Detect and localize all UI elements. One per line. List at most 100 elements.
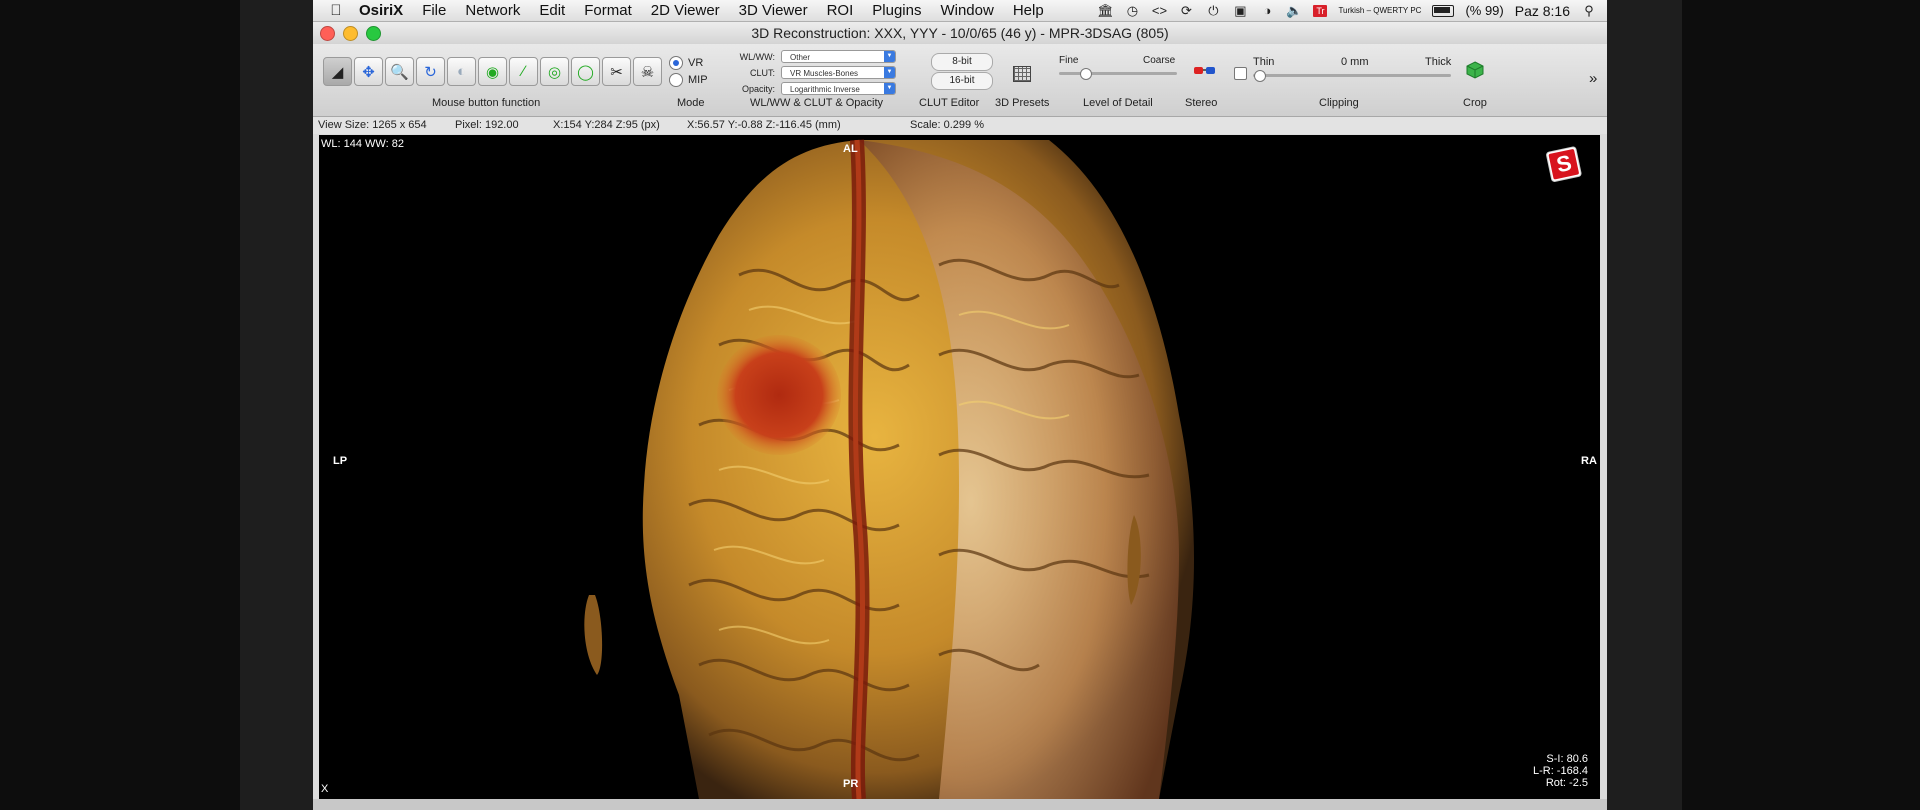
clipping-checkbox[interactable]: [1234, 67, 1247, 80]
info-bar: View Size: 1265 x 654 Pixel: 192.00 X:15…: [313, 117, 1607, 134]
window-title-bar: 3D Reconstruction: XXX, YYY - 10/0/65 (4…: [313, 22, 1607, 44]
bank-icon[interactable]: 🏛: [1097, 3, 1114, 18]
3d-render-view[interactable]: WL: 144 WW: 82 AL PR LP RA X S-I: 80.6 L…: [319, 135, 1600, 799]
minimize-button[interactable]: [343, 26, 358, 41]
menu-file[interactable]: File: [422, 2, 446, 19]
status-area: 🏛 ◷ <> ⟳ ⏻ ▣ ◑ 🔈 Tr Turkish – QWERTY PC …: [1097, 0, 1597, 21]
mode-vr-label: VR: [688, 57, 704, 69]
menu-2d-viewer[interactable]: 2D Viewer: [651, 2, 720, 19]
menu-network[interactable]: Network: [465, 2, 520, 19]
battery-icon[interactable]: [1432, 4, 1455, 17]
power-icon[interactable]: ⏻: [1205, 3, 1221, 18]
wlww-tool-icon[interactable]: ◢: [323, 57, 352, 86]
display-icon[interactable]: ▣: [1232, 3, 1248, 18]
battery-percent[interactable]: (% 99): [1465, 3, 1503, 18]
desktop-margin-left: [240, 0, 313, 810]
wifi-icon[interactable]: ◑: [1259, 3, 1275, 18]
window-bottom-edge: [313, 799, 1607, 810]
wlww-row: WL/WW: Other ▼: [723, 50, 896, 63]
corner-x-marker: X: [321, 783, 329, 795]
scale-readout: Scale: 0.299 %: [910, 119, 984, 131]
menu-roi[interactable]: ROI: [827, 2, 854, 19]
keyboard-layout-label[interactable]: Turkish – QWERTY PC: [1338, 6, 1421, 15]
rotation-readout: Rot: -2.5: [1545, 777, 1588, 789]
clipping-slider-track[interactable]: [1253, 74, 1451, 77]
spotlight-search-icon[interactable]: ⚲: [1581, 3, 1597, 18]
orientation-bottom-label: PR: [843, 778, 859, 790]
si-readout: S-I: 80.6: [1546, 753, 1588, 765]
flag-letter: Tr: [1316, 5, 1325, 16]
camera-rotate-tool-icon[interactable]: ◐: [447, 57, 476, 86]
osirix-screen:  OsiriX File Network Edit Format 2D Vie…: [313, 0, 1607, 810]
clut-popup[interactable]: VR Muscles-Bones ▼: [781, 66, 896, 79]
opacity-popup[interactable]: Logarithmic Inverse ▼: [781, 82, 896, 95]
lod-fine-label: Fine: [1059, 55, 1079, 66]
lod-slider-knob[interactable]: [1080, 68, 1092, 80]
menu-help[interactable]: Help: [1013, 2, 1044, 19]
radio-vr-indicator: [669, 56, 683, 70]
scissors-tool-icon[interactable]: ✂: [602, 57, 631, 86]
menu-bar:  OsiriX File Network Edit Format 2D Vie…: [313, 0, 1607, 22]
volume-icon[interactable]: 🔈: [1286, 3, 1302, 18]
move-tool-icon[interactable]: ✥: [354, 57, 383, 86]
wlww-label: WL/WW:: [739, 51, 775, 62]
opacity-label: Opacity:: [741, 83, 775, 94]
menu-osirix[interactable]: OsiriX: [359, 2, 403, 19]
level-of-detail-label: Level of Detail: [1083, 97, 1153, 109]
16-bit-button[interactable]: 16-bit: [931, 72, 993, 90]
turkish-flag-icon[interactable]: Tr: [1313, 4, 1328, 17]
brain-volume-render: [584, 139, 1194, 799]
clip-thick-label: Thick: [1425, 56, 1452, 68]
mouse-tools: ◢ ✥ 🔍 ↻ ◐ ◉ ∕ ◎ ◯ ✂ ☠: [323, 57, 662, 86]
clock[interactable]: Paz 8:16: [1515, 3, 1570, 19]
wlww-popup[interactable]: Other ▼: [781, 50, 896, 63]
clipping-slider-knob[interactable]: [1254, 70, 1266, 82]
clut-row: CLUT: VR Muscles-Bones ▼: [723, 66, 896, 79]
mm-coordinates-readout: X:56.57 Y:-0.88 Z:-116.45 (mm): [687, 119, 841, 131]
oval-roi-tool-icon[interactable]: ◎: [540, 57, 569, 86]
zoom-tool-icon[interactable]: 🔍: [385, 57, 414, 86]
crop-cube-icon[interactable]: [1465, 60, 1485, 80]
clut-label: CLUT:: [749, 67, 775, 78]
time-machine-icon[interactable]: ◷: [1124, 3, 1140, 18]
code-brackets-icon[interactable]: <>: [1151, 3, 1167, 18]
viewer-toolbar: ◢ ✥ 🔍 ↻ ◐ ◉ ∕ ◎ ◯ ✂ ☠ Mouse button funct…: [313, 44, 1607, 117]
pixel-value-readout: Pixel: 192.00: [455, 119, 519, 131]
wlww-overlay: WL: 144 WW: 82: [321, 138, 404, 150]
close-button[interactable]: [320, 26, 335, 41]
3d-presets-grid-icon[interactable]: [1013, 66, 1031, 82]
orientation-left-label: LP: [333, 455, 348, 467]
radio-mip-indicator: [669, 73, 683, 87]
menu-3d-viewer[interactable]: 3D Viewer: [739, 2, 808, 19]
menu-plugins[interactable]: Plugins: [872, 2, 921, 19]
menu-format[interactable]: Format: [584, 2, 632, 19]
desktop-margin-right: [1607, 0, 1682, 810]
mode-vr-radio[interactable]: VR: [669, 56, 703, 70]
circle-roi-tool-icon[interactable]: ◯: [571, 57, 600, 86]
menu-window[interactable]: Window: [940, 2, 993, 19]
px-coordinates-readout: X:154 Y:284 Z:95 (px): [553, 119, 660, 131]
orientation-right-label: RA: [1581, 455, 1597, 467]
orientation-cube-logo[interactable]: S: [1544, 144, 1587, 187]
rotate-tool-icon[interactable]: ↻: [416, 57, 445, 86]
stereo-label: Stereo: [1185, 97, 1218, 109]
popup-arrow-icon: ▼: [884, 83, 895, 94]
window-title: 3D Reconstruction: XXX, YYY - 10/0/65 (4…: [751, 25, 1169, 41]
apple-menu-icon[interactable]: : [327, 2, 345, 20]
length-tool-icon[interactable]: ∕: [509, 57, 538, 86]
crop-label: Crop: [1463, 97, 1487, 109]
clut-editor-label: CLUT Editor: [919, 97, 980, 109]
desktop-background-left: [0, 0, 240, 810]
bone-removal-tool-icon[interactable]: ☠: [633, 57, 662, 86]
point-roi-tool-icon[interactable]: ◉: [478, 57, 507, 86]
8-bit-button[interactable]: 8-bit: [931, 53, 993, 71]
sync-icon[interactable]: ⟳: [1178, 3, 1194, 18]
clut-value: VR Muscles-Bones: [790, 69, 859, 78]
mode-mip-radio[interactable]: MIP: [669, 73, 708, 87]
menu-edit[interactable]: Edit: [539, 2, 565, 19]
zoom-button[interactable]: [366, 26, 381, 41]
stereo-glasses-icon[interactable]: [1193, 64, 1217, 78]
mode-label: Mode: [677, 97, 705, 109]
toolbar-overflow-button[interactable]: »: [1589, 70, 1597, 87]
lod-slider-track[interactable]: [1059, 72, 1177, 75]
